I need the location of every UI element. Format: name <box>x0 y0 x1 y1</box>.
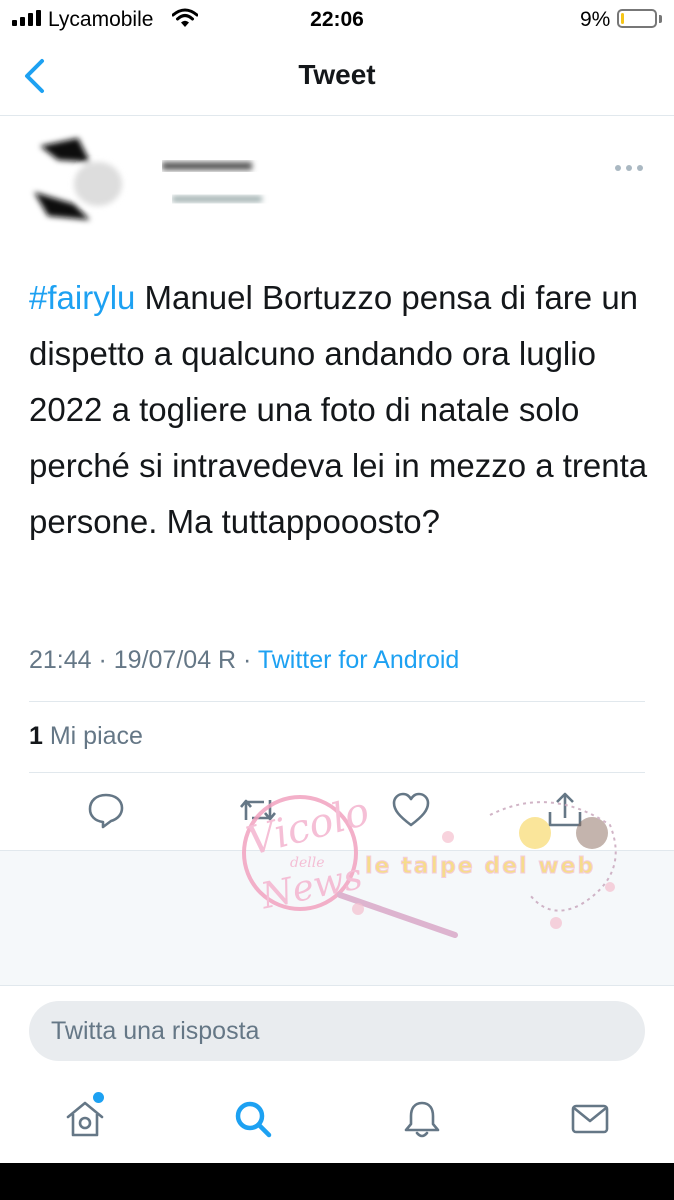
tweet-source-link[interactable]: Twitter for Android <box>258 646 459 674</box>
retweet-icon[interactable] <box>238 790 278 830</box>
device-bottom-bar <box>0 1163 674 1200</box>
like-icon[interactable] <box>391 790 431 830</box>
navigation-bar: Tweet <box>0 40 674 116</box>
battery-level <box>621 13 624 24</box>
tweet-meta: 21:44 · 19/07/04 R · Twitter for Android <box>29 646 459 675</box>
tweet-timestamp: 21:44 · 19/07/04 R · <box>29 646 258 674</box>
reply-icon[interactable] <box>86 790 126 830</box>
more-options-icon[interactable] <box>614 164 644 172</box>
replies-area <box>0 850 674 986</box>
notifications-bell-icon[interactable] <box>401 1098 443 1140</box>
new-content-dot <box>93 1092 104 1103</box>
home-icon[interactable] <box>64 1098 106 1140</box>
hashtag-link[interactable]: #fairylu <box>29 279 135 316</box>
battery-icon <box>617 9 657 28</box>
likes-summary[interactable]: 1 Mi piace <box>29 722 143 751</box>
messages-mail-icon[interactable] <box>569 1098 611 1140</box>
author-name-obscured[interactable] <box>162 156 282 176</box>
reply-input[interactable] <box>29 1001 645 1061</box>
tweet-body: Manuel Bortuzzo pensa di fare un dispett… <box>29 279 657 540</box>
tweet-text: #fairylu Manuel Bortuzzo pensa di fare u… <box>29 270 649 550</box>
share-icon[interactable] <box>545 790 585 830</box>
status-bar: Lycamobile 22:06 9% <box>0 0 674 40</box>
divider <box>29 772 645 773</box>
battery-tip <box>659 15 662 23</box>
battery-percentage: 9% <box>580 8 611 31</box>
avatar[interactable] <box>28 132 128 232</box>
divider <box>29 701 645 702</box>
search-icon[interactable] <box>232 1098 274 1140</box>
clock: 22:06 <box>310 8 364 31</box>
likes-label: Mi piace <box>42 722 143 750</box>
likes-count: 1 <box>29 722 43 750</box>
page-title: Tweet <box>298 59 376 90</box>
author-handle-obscured[interactable] <box>172 188 272 208</box>
